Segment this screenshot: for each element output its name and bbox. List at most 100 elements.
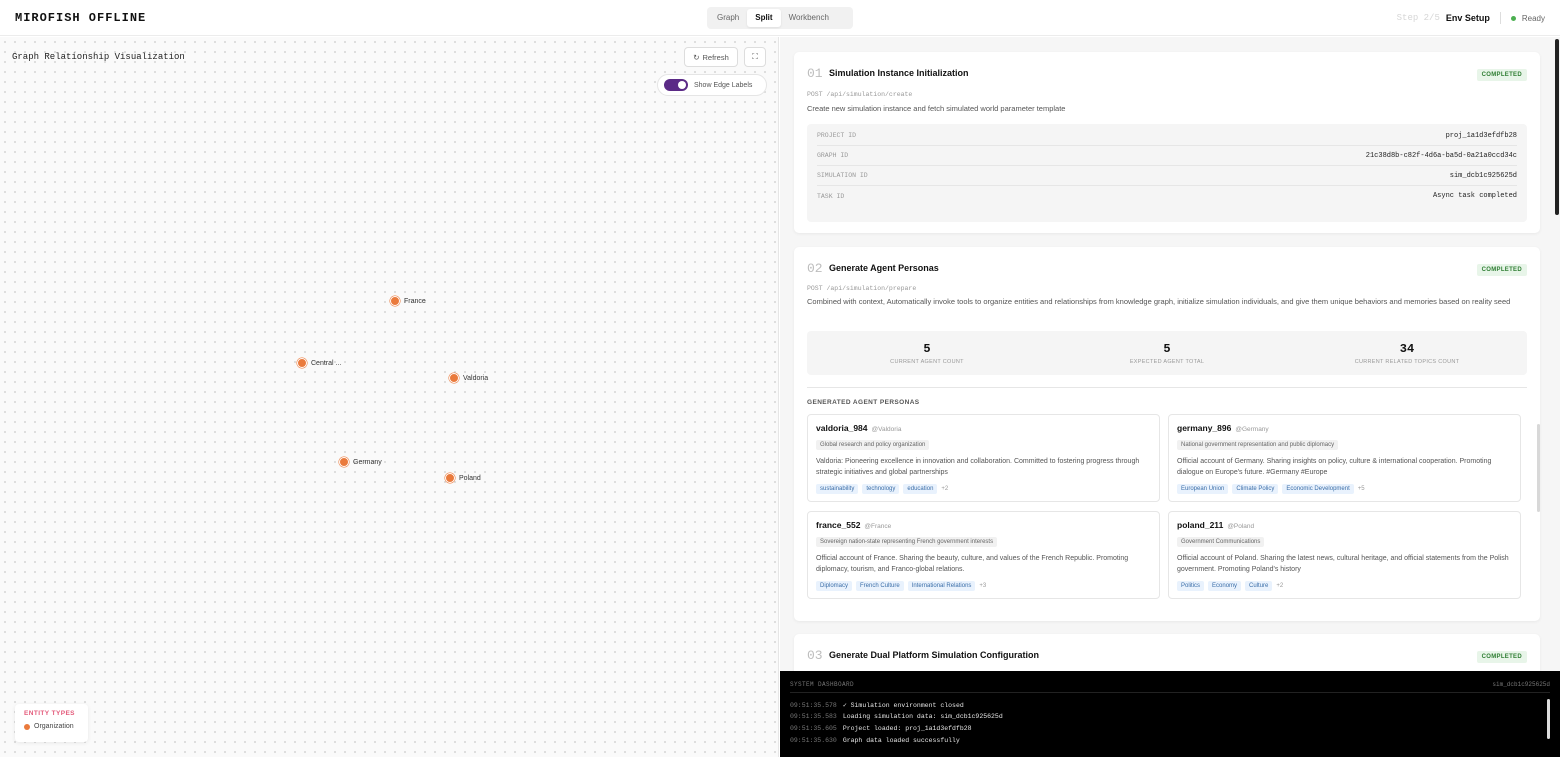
persona-tag: European Union <box>1177 484 1229 494</box>
status-badge: COMPLETED <box>1476 651 1527 663</box>
more-tags-count: +2 <box>1276 583 1284 589</box>
step-indicator: Step 2/5 Env Setup Ready <box>1397 12 1545 24</box>
persona-name: poland_211 <box>1177 520 1224 530</box>
status-badge: COMPLETED <box>1476 264 1527 276</box>
persona-name: france_552 <box>816 520 861 530</box>
legend-item: Organization <box>24 723 79 730</box>
log-message: Project loaded: proj_1a1d3efdfb28 <box>842 725 972 732</box>
persona-tag: Climate Policy <box>1232 484 1279 494</box>
log-line: 09:51:35.583 Loading simulation data: sim… <box>790 713 1003 720</box>
fullscreen-icon: ⛶ <box>752 52 758 61</box>
graph-node[interactable]: Germany <box>339 457 382 467</box>
log-message: Graph data loaded successfully <box>842 737 960 744</box>
persona-handle: @Germany <box>1235 426 1269 433</box>
node-dot-icon <box>449 373 459 383</box>
step-title: Generate Dual Platform Simulation Config… <box>829 650 1040 660</box>
info-value: Async task completed <box>1432 192 1517 200</box>
tab-split[interactable]: Split <box>747 9 781 27</box>
graph-node[interactable]: Central ... <box>297 358 341 368</box>
toggle-switch[interactable] <box>664 79 688 91</box>
workbench-panel[interactable]: 01 Simulation Instance Initialization CO… <box>780 37 1560 757</box>
tab-workbench[interactable]: Workbench <box>781 9 837 27</box>
graph-node[interactable]: Valdoria <box>449 373 488 383</box>
info-label: SIMULATION ID <box>817 172 868 179</box>
graph-panel[interactable]: Graph Relationship Visualization ↻ Refre… <box>0 37 779 757</box>
info-row: PROJECT ID proj_1a1d3efdfb28 <box>817 126 1517 146</box>
node-label: Central ... <box>311 359 342 367</box>
log-time: 09:51:35.583 <box>790 713 837 720</box>
stat-value: 5 <box>1163 341 1171 356</box>
node-dot-icon <box>297 358 307 368</box>
log-time: 09:51:35.630 <box>790 737 837 744</box>
step-counter: Step 2/5 <box>1396 13 1440 23</box>
log-message: ✓ Simulation environment closed <box>842 702 964 709</box>
console-divider <box>790 692 1550 693</box>
more-tags-count: +3 <box>979 583 987 589</box>
node-dot-icon <box>339 457 349 467</box>
persona-card[interactable]: poland_211 @Poland Government Communicat… <box>1168 511 1521 599</box>
log-line: 09:51:35.578 ✓ Simulation environment clo… <box>790 701 964 709</box>
log-message: Loading simulation data: sim_dcb1c925625… <box>842 713 1003 720</box>
stat-related-topics: 34 CURRENT RELATED TOPICS COUNT <box>1287 331 1527 375</box>
persona-card[interactable]: valdoria_984 @Valdoria Global research a… <box>807 414 1160 502</box>
api-endpoint: POST /api/simulation/create <box>807 91 913 98</box>
stats-bar: 5 CURRENT AGENT COUNT 5 EXPECTED AGENT T… <box>807 331 1527 375</box>
system-console[interactable]: SYSTEM DASHBOARD sim_dcb1c925625d 09:51:… <box>780 671 1560 757</box>
personas-scrollbar[interactable] <box>1537 424 1540 512</box>
persona-tag: sustainability <box>816 484 859 494</box>
persona-role: Global research and policy organization <box>816 440 930 450</box>
workbench-scrollbar[interactable] <box>1555 39 1559 215</box>
legend-dot-icon <box>24 723 30 730</box>
persona-bio: Official account of Germany. Sharing ins… <box>1177 458 1492 476</box>
tab-graph[interactable]: Graph <box>709 9 747 27</box>
info-label: GRAPH ID <box>817 152 849 159</box>
persona-name: valdoria_984 <box>816 423 868 433</box>
info-table: PROJECT ID proj_1a1d3efdfb28 GRAPH ID 21… <box>807 124 1527 222</box>
log-line: 09:51:35.605 Project loaded: proj_1a1d3ef… <box>790 725 972 732</box>
log-time: 09:51:35.605 <box>790 725 837 732</box>
stat-value: 5 <box>923 341 931 356</box>
status-badge: COMPLETED <box>1476 69 1527 81</box>
info-row: TASK ID Async task completed <box>817 186 1517 206</box>
step-number: 01 <box>807 66 823 81</box>
fullscreen-button[interactable]: ⛶ <box>744 47 766 67</box>
persona-tag: French Culture <box>856 581 904 591</box>
persona-role: Sovereign nation-state representing Fren… <box>816 537 998 547</box>
node-dot-icon <box>390 296 400 306</box>
persona-role: National government representation and p… <box>1177 440 1339 450</box>
edge-labels-toggle[interactable]: Show Edge Labels <box>657 74 767 96</box>
persona-card[interactable]: france_552 @France Sovereign nation-stat… <box>807 511 1160 599</box>
personas-heading: GENERATED AGENT PERSONAS <box>807 399 920 406</box>
log-time: 09:51:35.578 <box>790 702 837 709</box>
step-title: Generate Agent Personas <box>829 263 939 273</box>
console-scrollbar[interactable] <box>1547 699 1550 739</box>
persona-tags: sustainability technology education +2 <box>816 484 1151 494</box>
entity-legend: ENTITY TYPES Organization <box>15 704 88 742</box>
graph-node[interactable]: Poland <box>445 473 481 483</box>
console-title: SYSTEM DASHBOARD <box>790 681 855 688</box>
header-divider <box>1499 12 1501 24</box>
persona-card[interactable]: germany_896 @Germany National government… <box>1168 414 1521 502</box>
info-label: PROJECT ID <box>817 132 857 139</box>
refresh-label: Refresh <box>702 52 729 62</box>
persona-tag: International Relations <box>907 581 976 591</box>
section-divider <box>807 387 1527 388</box>
info-value: 21c38d8b-c82f-4d6a-ba5d-0a21a0ccd34c <box>1365 151 1517 160</box>
stat-current-agents: 5 CURRENT AGENT COUNT <box>807 331 1047 375</box>
step-number: 03 <box>807 648 823 663</box>
step-number: 02 <box>807 261 823 276</box>
persona-tag: education <box>903 484 938 494</box>
refresh-button[interactable]: ↻ Refresh <box>684 47 738 67</box>
step-description: Create new simulation instance and fetch… <box>807 104 1066 113</box>
more-tags-count: +2 <box>941 486 949 492</box>
view-mode-switch: Graph Split Workbench <box>707 7 853 29</box>
node-label: France <box>404 297 426 305</box>
persona-tag: Economic Development <box>1282 484 1354 494</box>
status-dot-icon <box>1510 15 1516 21</box>
step-title: Simulation Instance Initialization <box>829 68 969 78</box>
persona-tags: European Union Climate Policy Economic D… <box>1177 484 1512 494</box>
refresh-icon: ↻ <box>693 52 700 62</box>
graph-node[interactable]: France <box>390 296 426 306</box>
persona-role: Government Communications <box>1177 537 1265 547</box>
stat-label: EXPECTED AGENT TOTAL <box>1129 358 1205 365</box>
